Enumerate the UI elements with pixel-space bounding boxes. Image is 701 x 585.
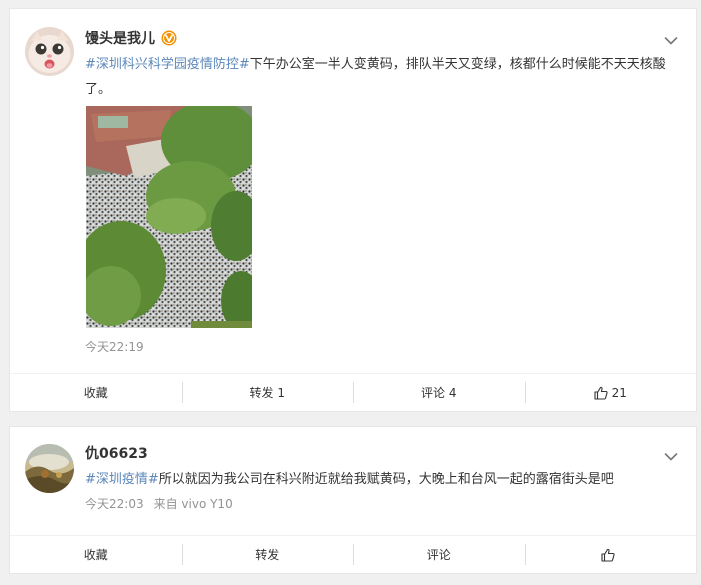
author-line: 仇06623 bbox=[85, 443, 148, 463]
post-body: 所以就因为我公司在科兴附近就给我赋黄码，大晚上和台风一起的露宿街头是吧 bbox=[158, 472, 614, 487]
chevron-down-icon[interactable] bbox=[664, 31, 678, 45]
post-text: #深圳疫情#所以就因为我公司在科兴附近就给我赋黄码，大晚上和台风一起的露宿街头是… bbox=[85, 467, 685, 492]
chevron-down-icon[interactable] bbox=[664, 447, 678, 461]
cat-face-avatar-icon bbox=[25, 27, 74, 76]
repost-button[interactable]: 转发 bbox=[181, 536, 354, 573]
comment-button[interactable]: 评论 4 bbox=[353, 374, 525, 411]
author-name[interactable]: 馒头是我儿 bbox=[85, 28, 155, 48]
post-source: 来自 vivo Y10 bbox=[153, 497, 233, 511]
timestamp[interactable]: 今天22:03 bbox=[85, 495, 144, 512]
author-name[interactable]: 仇06623 bbox=[85, 443, 148, 463]
favorite-button[interactable]: 收藏 bbox=[10, 374, 182, 411]
favorite-label: 收藏 bbox=[83, 386, 108, 400]
thumbs-up-icon bbox=[601, 548, 615, 562]
like-button[interactable]: 21 bbox=[524, 374, 697, 411]
author-avatar[interactable] bbox=[25, 27, 74, 76]
action-bar: 收藏 转发 评论 bbox=[10, 535, 696, 573]
action-bar: 收藏 转发 1 评论 4 21 bbox=[10, 373, 696, 411]
post-card: 仇06623 #深圳疫情#所以就因为我公司在科兴附近就给我赋黄码，大晚上和台风一… bbox=[9, 426, 697, 574]
comment-label: 评论 4 bbox=[421, 386, 457, 400]
comment-button[interactable]: 评论 bbox=[353, 536, 525, 573]
repost-label: 转发 bbox=[255, 548, 280, 562]
verified-badge-icon bbox=[161, 30, 177, 46]
like-button[interactable] bbox=[524, 536, 697, 573]
post-card: 馒头是我儿 #深圳科兴科学园疫情防控#下午办公室一半人变黄码，排队半天又变绿，核… bbox=[9, 8, 697, 412]
repost-label: 转发 1 bbox=[249, 386, 285, 400]
aerial-crowd-photo[interactable] bbox=[86, 106, 252, 328]
hashtag-link[interactable]: #深圳疫情# bbox=[85, 472, 159, 487]
weibo-feed: 馒头是我儿 #深圳科兴科学园疫情防控#下午办公室一半人变黄码，排队半天又变绿，核… bbox=[9, 8, 697, 574]
hashtag-link[interactable]: #深圳科兴科学园疫情防控# bbox=[85, 57, 250, 72]
comment-label: 评论 bbox=[426, 548, 451, 562]
thumbs-up-icon bbox=[594, 386, 608, 400]
post-meta: 今天22:19 bbox=[85, 338, 144, 355]
timestamp[interactable]: 今天22:19 bbox=[85, 338, 144, 355]
landscape-avatar-icon bbox=[25, 444, 74, 493]
author-avatar[interactable] bbox=[25, 444, 74, 493]
like-count: 21 bbox=[611, 385, 627, 400]
author-line: 馒头是我儿 bbox=[85, 28, 177, 48]
favorite-label: 收藏 bbox=[83, 548, 108, 562]
post-text: #深圳科兴科学园疫情防控#下午办公室一半人变黄码，排队半天又变绿，核都什么时候能… bbox=[85, 52, 680, 102]
favorite-button[interactable]: 收藏 bbox=[10, 536, 182, 573]
repost-button[interactable]: 转发 1 bbox=[181, 374, 354, 411]
post-meta: 今天22:03 来自 vivo Y10 bbox=[85, 495, 233, 512]
